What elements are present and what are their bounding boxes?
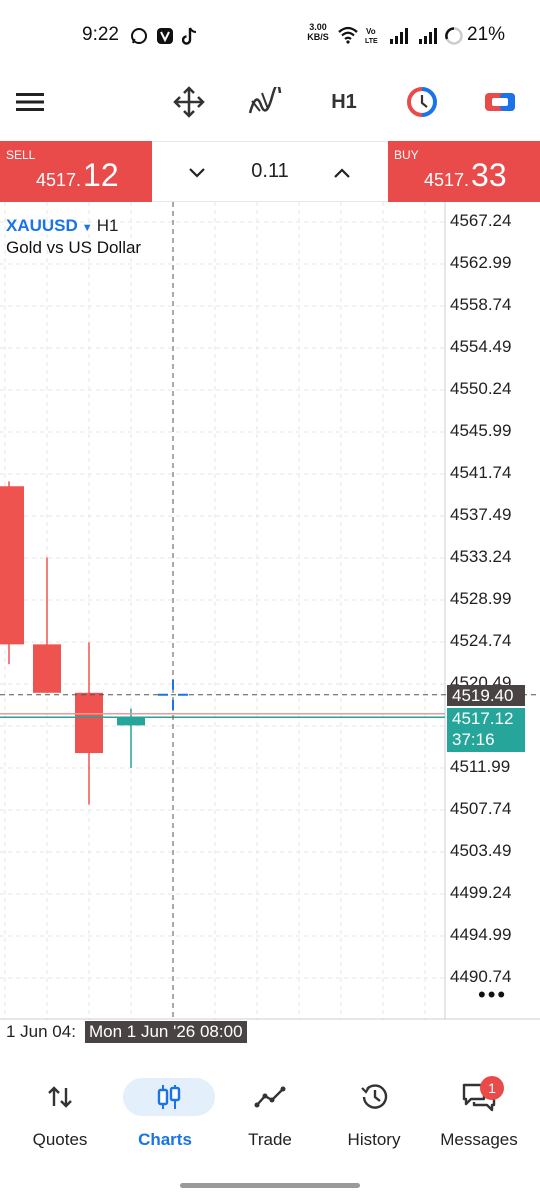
chart-more-button[interactable]: ••• <box>478 982 507 1008</box>
menu-icon <box>16 93 44 111</box>
price-axis-label: 4528.99 <box>450 589 512 608</box>
price-axis-label: 4562.99 <box>450 253 512 272</box>
bid-price-label: 4517.12 37:16 <box>447 708 525 753</box>
price-axis-label: 4507.74 <box>450 799 512 818</box>
buy-price: 4517.33 <box>424 157 507 193</box>
buy-label: BUY <box>394 148 419 162</box>
signal-icon-2 <box>419 28 437 44</box>
nav-messages-label: Messages <box>440 1130 518 1149</box>
nav-messages[interactable]: Messages <box>425 1064 533 1164</box>
tiktok-icon <box>182 27 197 45</box>
sell-button[interactable]: SELL 4517.12 <box>0 141 152 202</box>
candle-body <box>33 644 61 693</box>
charts-candles-icon <box>157 1085 181 1109</box>
crosshair-time-label: Mon 1 Jun '26 08:00 <box>85 1021 247 1043</box>
indicators-button[interactable] <box>243 80 287 124</box>
volte-icon: Vo LTE <box>365 27 378 45</box>
crosshair-button[interactable] <box>167 80 211 124</box>
nav-history-label: History <box>347 1130 401 1149</box>
chevron-up-icon <box>334 168 350 178</box>
quotes-arrows-icon <box>48 1086 72 1108</box>
trade-toggle-button[interactable] <box>478 80 522 124</box>
nav-history[interactable]: History <box>320 1064 428 1164</box>
price-axis-label: 4537.49 <box>450 505 512 524</box>
signal-icon-1 <box>390 28 408 44</box>
nav-charts[interactable]: Charts <box>111 1064 219 1164</box>
price-axis-label: 4545.99 <box>450 421 512 440</box>
candle-body <box>75 692 103 754</box>
menu-button[interactable] <box>8 80 52 124</box>
trade-line-icon <box>254 1086 286 1108</box>
trade-toggle-icon <box>485 93 515 111</box>
chart-description: Gold vs US Dollar <box>6 238 142 257</box>
crosshair-price-label: 4519.40 <box>447 684 525 706</box>
chart-symbol[interactable]: XAUUSD ▼ H1 <box>6 216 118 236</box>
price-axis-label: 4494.99 <box>450 925 512 944</box>
svg-text:Vo: Vo <box>366 27 376 36</box>
candle-body <box>117 717 145 726</box>
nav-quotes-label: Quotes <box>32 1130 88 1149</box>
price-axis-label: 4499.24 <box>450 883 512 902</box>
price-axis-label: 4511.99 <box>450 757 511 776</box>
price-axis-label: 4533.24 <box>450 547 512 566</box>
nav-trade[interactable]: Trade <box>216 1064 324 1164</box>
price-axis-label: 4558.74 <box>450 295 512 314</box>
price-axis-label: 4550.24 <box>450 379 512 398</box>
buy-button[interactable]: BUY 4517.33 <box>388 141 540 202</box>
crosshair-move-icon <box>173 86 205 118</box>
price-axis-label: 4541.74 <box>450 463 512 482</box>
history-clock-icon <box>361 1084 388 1109</box>
time-axis-label: 1 Jun 04: <box>6 1022 76 1041</box>
nav-charts-label: Charts <box>138 1130 192 1149</box>
whatsapp-icon <box>131 28 147 44</box>
indicators-icon <box>248 87 282 114</box>
wifi-icon <box>338 26 358 44</box>
bar-countdown: 37:16 <box>452 730 495 750</box>
home-indicator[interactable] <box>180 1183 360 1188</box>
nav-quotes[interactable]: Quotes <box>6 1064 114 1164</box>
svg-text:LTE: LTE <box>365 38 378 45</box>
volume-increase-button[interactable] <box>327 158 357 188</box>
price-axis-label: 4567.24 <box>450 211 512 230</box>
timeframe-button[interactable]: H1 <box>322 80 366 124</box>
bottom-navigation: Quotes Charts Trade History Messages <box>0 1064 540 1164</box>
nav-trade-label: Trade <box>248 1130 292 1149</box>
price-axis-label: 4524.74 <box>450 631 512 650</box>
price-chart[interactable]: XAUUSD ▼ H1 Gold vs US Dollar 4567.24 4562.… <box>0 202 540 1020</box>
chart-toolbar: H1 <box>0 70 540 136</box>
battery-icon <box>445 27 463 45</box>
candle-body <box>0 486 24 645</box>
price-axis-label: 4554.49 <box>450 337 512 356</box>
net-speed: 3.00 KB/S <box>307 22 329 42</box>
sell-label: SELL <box>6 148 36 162</box>
v-app-icon <box>157 28 173 44</box>
status-bar: 9:22 3.00 KB/S Vo LTE 21% <box>0 0 540 70</box>
one-click-trading-icon <box>407 87 437 117</box>
one-click-trading-button[interactable] <box>400 80 444 124</box>
sell-price: 4517.12 <box>36 157 119 193</box>
one-click-trade-panel: SELL 4517.12 0.11 BUY 4517.33 <box>0 141 540 202</box>
battery-percent: 21% <box>467 24 506 45</box>
volume-control: 0.11 <box>152 141 388 202</box>
price-axis-label: 4503.49 <box>450 841 512 860</box>
messages-badge: 1 <box>480 1076 504 1100</box>
status-time: 9:22 <box>82 24 119 45</box>
